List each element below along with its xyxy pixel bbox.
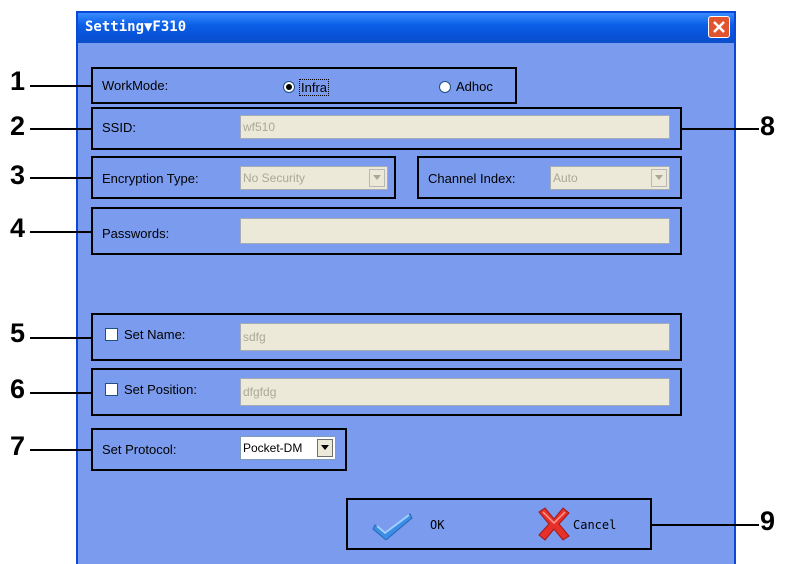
chevron-down-icon — [655, 175, 663, 180]
infra-radio-label[interactable]: Infra — [299, 79, 330, 96]
callout-1: 1 — [10, 66, 26, 96]
callout-3: 3 — [10, 160, 26, 190]
encryption-select[interactable]: No Security — [240, 166, 388, 190]
channel-select[interactable]: Auto — [550, 166, 670, 190]
ssid-label: SSID: — [102, 120, 136, 135]
callout-8: 8 — [760, 111, 776, 141]
protocol-select[interactable]: Pocket-DM — [240, 436, 336, 460]
passwords-label: Passwords: — [102, 226, 170, 241]
check-icon — [372, 513, 413, 540]
chevron-down-icon — [321, 445, 329, 450]
callout-line-3 — [30, 177, 91, 179]
callout-line-4 — [30, 231, 91, 233]
cancel-label: Cancel — [573, 518, 617, 532]
close-icon — [713, 21, 725, 33]
callout-line-5 — [30, 337, 91, 339]
callout-line-7 — [30, 449, 91, 451]
channel-dropdown-button[interactable] — [651, 169, 667, 187]
callout-line-2 — [30, 128, 91, 130]
ssid-input[interactable]: wf510 — [240, 115, 670, 139]
callout-2: 2 — [10, 111, 26, 141]
set-position-checkbox[interactable] — [105, 383, 118, 396]
close-button[interactable] — [708, 16, 730, 38]
callout-4: 4 — [10, 213, 26, 243]
cancel-button[interactable]: Cancel — [535, 504, 635, 544]
channel-value: Auto — [553, 171, 578, 185]
encryption-value: No Security — [243, 171, 306, 185]
window-title: Setting▼F310 — [85, 19, 187, 35]
callout-line-9 — [652, 524, 759, 526]
chevron-down-icon — [373, 175, 381, 180]
passwords-input[interactable] — [240, 218, 670, 244]
protocol-label: Set Protocol: — [102, 442, 177, 457]
set-position-label[interactable]: Set Position: — [124, 382, 197, 397]
set-name-label[interactable]: Set Name: — [124, 327, 185, 342]
encryption-dropdown-button[interactable] — [369, 169, 385, 187]
protocol-dropdown-button[interactable] — [317, 439, 333, 457]
set-name-checkbox[interactable] — [105, 328, 118, 341]
callout-line-8 — [682, 128, 759, 130]
callout-5: 5 — [10, 318, 26, 348]
callout-line-6 — [30, 392, 91, 394]
callout-7: 7 — [10, 431, 26, 461]
workmode-label: WorkMode: — [102, 78, 169, 93]
encryption-label: Encryption Type: — [102, 171, 199, 186]
callout-9: 9 — [760, 506, 776, 536]
cancel-x-icon — [538, 507, 570, 541]
title-bar[interactable]: Setting▼F310 — [78, 13, 734, 43]
callout-6: 6 — [10, 374, 26, 404]
protocol-value: Pocket-DM — [243, 441, 303, 455]
adhoc-radio-label[interactable]: Adhoc — [456, 79, 493, 94]
ok-label: OK — [430, 518, 445, 532]
set-position-input[interactable]: dfgfdg — [240, 378, 670, 406]
adhoc-radio[interactable] — [439, 81, 451, 93]
ok-button[interactable]: OK — [368, 508, 478, 542]
channel-label: Channel Index: — [428, 171, 516, 186]
callout-line-1 — [30, 85, 91, 87]
infra-radio[interactable] — [283, 81, 295, 93]
set-name-input[interactable]: sdfg — [240, 323, 670, 351]
